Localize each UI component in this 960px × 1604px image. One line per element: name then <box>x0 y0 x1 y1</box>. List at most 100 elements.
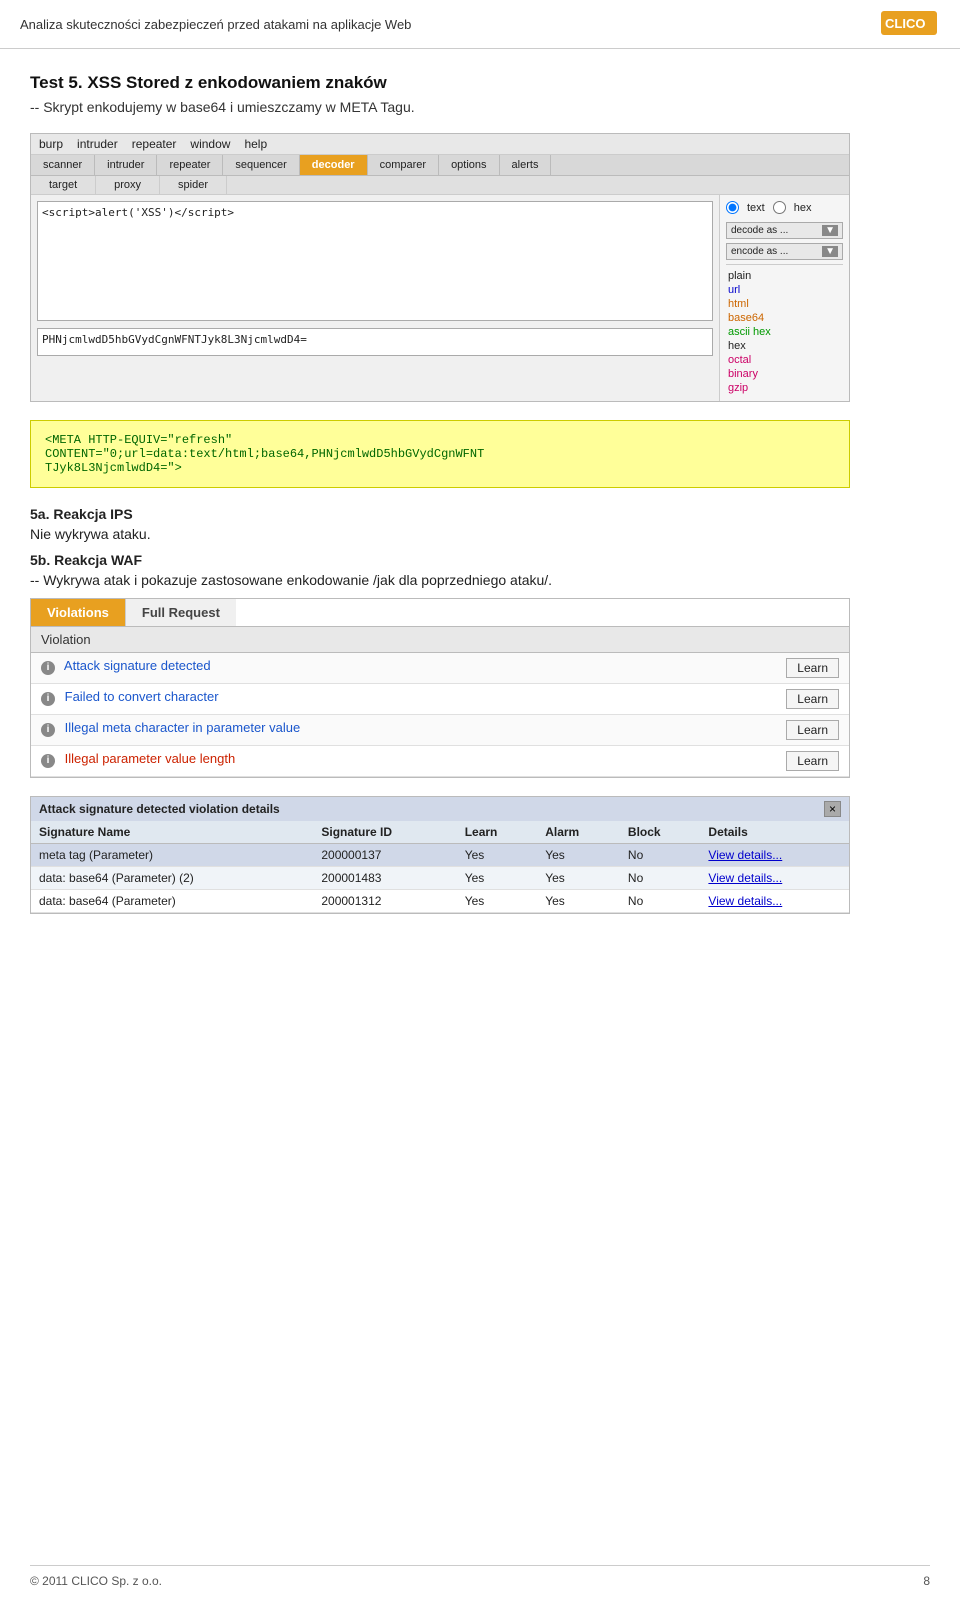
waf-learn-btn-4[interactable]: Learn <box>786 751 839 771</box>
attack-cell-id-1: 200000137 <box>313 844 456 867</box>
attack-cell-alarm-3: Yes <box>537 890 620 913</box>
burp-encode-btn[interactable]: encode as ... ▼ <box>726 243 843 260</box>
attack-cell-name-2: data: base64 (Parameter) (2) <box>31 867 313 890</box>
attack-col-alarm: Alarm <box>537 821 620 844</box>
waf-learn-btn-2[interactable]: Learn <box>786 689 839 709</box>
logo: CLICO <box>880 10 940 38</box>
attack-cell-learn-1: Yes <box>457 844 538 867</box>
waf-tabs: Violations Full Request <box>31 599 849 626</box>
attack-details: Attack signature detected violation deta… <box>30 796 850 914</box>
burp-radio-hex[interactable] <box>773 201 786 214</box>
burp-tab-decoder[interactable]: decoder <box>300 155 368 175</box>
attack-cell-alarm-1: Yes <box>537 844 620 867</box>
waf-learn-btn-3[interactable]: Learn <box>786 720 839 740</box>
waf-learn-btn-1[interactable]: Learn <box>786 658 839 678</box>
attack-cell-alarm-2: Yes <box>537 867 620 890</box>
view-details-link-3[interactable]: View details... <box>708 894 782 908</box>
waf-cell-2: i Failed to convert character Learn <box>31 684 849 715</box>
waf-tab-full-request[interactable]: Full Request <box>125 599 236 626</box>
burp-option-url[interactable]: url <box>726 283 843 297</box>
attack-cell-name-3: data: base64 (Parameter) <box>31 890 313 913</box>
burp-tab-scanner[interactable]: scanner <box>31 155 95 175</box>
burp-subtab-spider[interactable]: spider <box>160 176 227 194</box>
burp-radio-text-label: text <box>747 202 765 214</box>
waf-info-icon-2: i <box>41 692 55 706</box>
reaction-ips-label: 5a. Reakcja IPS <box>30 506 930 522</box>
burp-menu-help[interactable]: help <box>244 137 267 151</box>
burp-option-html[interactable]: html <box>726 297 843 311</box>
attack-cell-details-3[interactable]: View details... <box>700 890 849 913</box>
burp-option-base64[interactable]: base64 <box>726 311 843 325</box>
attack-cell-details-1[interactable]: View details... <box>700 844 849 867</box>
burp-screenshot: burp intruder repeater window help scann… <box>30 133 850 402</box>
burp-right: text hex decode as ... ▼ encode as ... ▼… <box>719 195 849 401</box>
waf-row-1: i Attack signature detected Learn <box>31 653 849 684</box>
burp-menu: burp intruder repeater window help <box>31 134 849 155</box>
waf-cell-4: i Illegal parameter value length Learn <box>31 746 849 777</box>
burp-encode-arrow: ▼ <box>822 246 838 257</box>
attack-col-learn: Learn <box>457 821 538 844</box>
waf-violation-text-3: Illegal meta character in parameter valu… <box>65 720 301 735</box>
attack-row-1: meta tag (Parameter) 200000137 Yes Yes N… <box>31 844 849 867</box>
burp-menu-intruder[interactable]: intruder <box>77 137 118 151</box>
burp-tab-options[interactable]: options <box>439 155 499 175</box>
burp-encode-label: encode as ... <box>731 246 788 257</box>
burp-menu-burp[interactable]: burp <box>39 137 63 151</box>
footer-page-number: 8 <box>923 1574 930 1588</box>
burp-option-hex[interactable]: hex <box>726 339 843 353</box>
reaction-ips-text: Nie wykrywa ataku. <box>30 526 930 542</box>
burp-input-textarea[interactable]: <script>alert('XSS')</script> <box>37 201 713 321</box>
attack-col-block: Block <box>620 821 701 844</box>
attack-cell-details-2[interactable]: View details... <box>700 867 849 890</box>
waf-table: Violation i Attack signature detected Le… <box>31 626 849 777</box>
burp-decode-arrow: ▼ <box>822 225 838 236</box>
waf-info-icon-3: i <box>41 723 55 737</box>
code-block: <META HTTP-EQUIV="refresh" CONTENT="0;ur… <box>30 420 850 488</box>
waf-tab-violations[interactable]: Violations <box>31 599 125 626</box>
burp-tab-comparer[interactable]: comparer <box>368 155 439 175</box>
burp-menu-repeater[interactable]: repeater <box>132 137 177 151</box>
burp-tab-alerts[interactable]: alerts <box>500 155 552 175</box>
burp-subtab-target[interactable]: target <box>31 176 96 194</box>
section-heading: Test 5. XSS Stored z enkodowaniem znaków <box>30 73 930 93</box>
burp-decode-btn[interactable]: decode as ... ▼ <box>726 222 843 239</box>
burp-radio-hex-label: hex <box>794 202 812 214</box>
burp-option-binary[interactable]: binary <box>726 367 843 381</box>
waf-cell-1: i Attack signature detected Learn <box>31 653 849 684</box>
waf-violation-text-4: Illegal parameter value length <box>65 751 236 766</box>
attack-cell-learn-3: Yes <box>457 890 538 913</box>
burp-radio-text[interactable] <box>726 201 739 214</box>
page-footer: © 2011 CLICO Sp. z o.o. 8 <box>30 1565 930 1588</box>
page-content: Test 5. XSS Stored z enkodowaniem znaków… <box>0 49 960 972</box>
burp-tab-sequencer[interactable]: sequencer <box>223 155 299 175</box>
attack-close-btn[interactable]: × <box>824 801 841 817</box>
attack-row-3: data: base64 (Parameter) 200001312 Yes Y… <box>31 890 849 913</box>
section-sub: -- Skrypt enkodujemy w base64 i umieszcz… <box>30 99 930 115</box>
burp-option-gzip[interactable]: gzip <box>726 381 843 395</box>
svg-text:CLICO: CLICO <box>885 16 925 31</box>
burp-decode-label: decode as ... <box>731 225 788 236</box>
burp-subtab-proxy[interactable]: proxy <box>96 176 160 194</box>
attack-cell-block-2: No <box>620 867 701 890</box>
burp-main: <script>alert('XSS')</script> PHNjcmlwdD… <box>31 195 849 401</box>
burp-tab-repeater[interactable]: repeater <box>157 155 223 175</box>
view-details-link-1[interactable]: View details... <box>708 848 782 862</box>
burp-tab-intruder[interactable]: intruder <box>95 155 157 175</box>
burp-option-octal[interactable]: octal <box>726 353 843 367</box>
burp-option-plain[interactable]: plain <box>726 269 843 283</box>
attack-details-title: Attack signature detected violation deta… <box>39 802 280 816</box>
burp-menu-window[interactable]: window <box>190 137 230 151</box>
waf-row-4: i Illegal parameter value length Learn <box>31 746 849 777</box>
attack-col-name: Signature Name <box>31 821 313 844</box>
page-header: Analiza skuteczności zabezpieczeń przed … <box>0 0 960 49</box>
waf-info-icon-4: i <box>41 754 55 768</box>
waf-info-icon-1: i <box>41 661 55 675</box>
view-details-link-2[interactable]: View details... <box>708 871 782 885</box>
reaction-waf-text: -- Wykrywa atak i pokazuje zastosowane e… <box>30 572 930 588</box>
attack-cell-id-2: 200001483 <box>313 867 456 890</box>
attack-col-details: Details <box>700 821 849 844</box>
burp-option-ascii-hex[interactable]: ascii hex <box>726 325 843 339</box>
attack-col-id: Signature ID <box>313 821 456 844</box>
waf-row-3: i Illegal meta character in parameter va… <box>31 715 849 746</box>
attack-cell-name-1: meta tag (Parameter) <box>31 844 313 867</box>
